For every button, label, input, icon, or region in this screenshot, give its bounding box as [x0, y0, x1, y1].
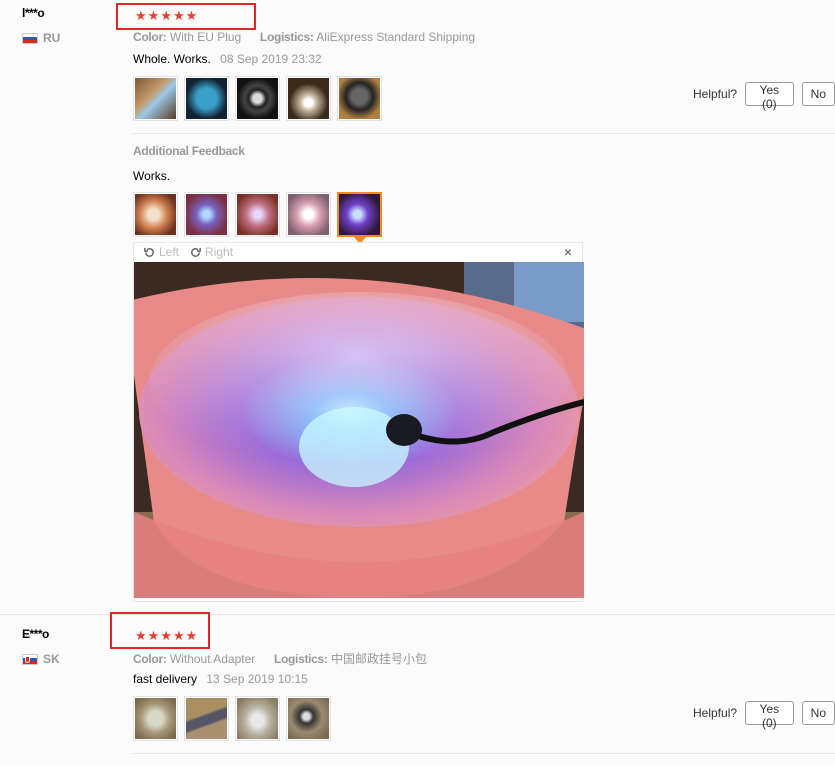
- flag-sk-icon: [22, 653, 38, 665]
- star-icon: ★: [172, 8, 185, 23]
- photo-thumbnail-selected[interactable]: [337, 192, 382, 244]
- feedback-date: 13 Sep 2019 10:15: [206, 672, 308, 686]
- photo-thumbnail[interactable]: [133, 192, 178, 237]
- feedback-date: 08 Sep 2019 23:32: [220, 52, 322, 66]
- helpful-label: Helpful?: [693, 87, 738, 101]
- photo-thumbnail[interactable]: [235, 76, 280, 121]
- helpful-label: Helpful?: [693, 706, 738, 720]
- helpful-yes-button[interactable]: Yes (0): [745, 82, 794, 111]
- review-item: E***o SK ★ ★ ★ ★ ★ Color: Without Adapte…: [0, 612, 835, 766]
- close-icon[interactable]: ×: [564, 244, 572, 260]
- logistics-value: 中国邮政挂号小包: [330, 652, 427, 666]
- logistics-label: Logistics:: [259, 30, 314, 44]
- color-label: Color:: [133, 652, 167, 666]
- photo-thumbnails: [133, 696, 331, 741]
- photo-thumbnail[interactable]: [286, 76, 331, 121]
- star-icon: ★: [135, 628, 147, 643]
- star-icon: ★: [160, 628, 172, 643]
- helpful-yes-button[interactable]: Yes (0): [745, 701, 794, 730]
- star-icon: ★: [147, 8, 160, 23]
- country-code: RU: [43, 31, 61, 45]
- reviewer-name: E***o: [22, 627, 49, 641]
- review-item: l***o RU ★ ★ ★ ★ ★ Color: With EU Plug L…: [0, 0, 835, 612]
- photo-thumbnail[interactable]: [286, 192, 331, 237]
- rotate-left-icon: [144, 247, 154, 257]
- divider: [133, 133, 835, 134]
- color-value: With EU Plug: [169, 30, 242, 44]
- logistics-value: AliExpress Standard Shipping: [316, 30, 476, 44]
- photo-thumbnail[interactable]: [184, 76, 229, 121]
- rotate-right-icon: [191, 247, 201, 257]
- feedback-line: fast delivery 13 Sep 2019 10:15: [133, 672, 308, 686]
- country-code: SK: [43, 652, 60, 666]
- reviews-page: l***o RU ★ ★ ★ ★ ★ Color: With EU Plug L…: [0, 0, 835, 765]
- additional-feedback-text: Works.: [133, 169, 171, 183]
- photo-thumbnail[interactable]: [235, 192, 280, 237]
- additional-photo-thumbnails: [133, 192, 382, 244]
- photo-thumbnails: [133, 76, 382, 121]
- color-label: Color:: [133, 30, 167, 44]
- helpful-no-button[interactable]: No: [801, 701, 835, 725]
- star-icon: ★: [147, 628, 160, 643]
- helpful-no-button[interactable]: No: [801, 82, 835, 106]
- photo-thumbnail[interactable]: [184, 696, 229, 741]
- star-icon: ★: [160, 8, 172, 23]
- star-rating: ★ ★ ★ ★ ★: [135, 8, 197, 24]
- order-info: Color: With EU Plug Logistics: AliExpres…: [133, 30, 475, 44]
- order-info: Color: Without Adapter Logistics: 中国邮政挂号…: [133, 650, 427, 667]
- helpful-vote: Helpful? Yes (0) No: [693, 701, 835, 730]
- divider: [133, 753, 835, 754]
- feedback-text: Whole. Works.: [133, 52, 211, 66]
- photo-thumbnail[interactable]: [133, 76, 178, 121]
- flag-ru-icon: [22, 32, 38, 44]
- star-icon: ★: [135, 8, 147, 23]
- rotate-left-button[interactable]: Left: [143, 245, 179, 259]
- enlarged-photo-graphic: [134, 262, 584, 598]
- rotate-right-button[interactable]: Right: [189, 245, 233, 259]
- reviewer-country: SK: [22, 652, 60, 666]
- photo-thumbnail[interactable]: [337, 76, 382, 121]
- star-icon: ★: [185, 8, 198, 23]
- enlarged-photo: [134, 262, 584, 598]
- feedback-line: Whole. Works. 08 Sep 2019 23:32: [133, 52, 322, 66]
- feedback-text: fast delivery: [133, 672, 198, 686]
- photo-thumbnail[interactable]: [133, 696, 178, 741]
- logistics-label: Logistics:: [273, 652, 328, 666]
- photo-viewer: Left Right ×: [133, 242, 584, 602]
- photo-thumbnail[interactable]: [286, 696, 331, 741]
- rotate-left-label: Left: [159, 245, 180, 259]
- star-rating: ★ ★ ★ ★ ★: [135, 628, 197, 644]
- color-value: Without Adapter: [169, 652, 256, 666]
- photo-viewer-toolbar: Left Right: [134, 243, 582, 261]
- star-icon: ★: [185, 628, 198, 643]
- helpful-vote: Helpful? Yes (0) No: [693, 82, 835, 111]
- reviewer-country: RU: [22, 31, 60, 45]
- photo-thumbnail[interactable]: [235, 696, 280, 741]
- reviewer-name: l***o: [22, 6, 45, 20]
- photo-thumbnail[interactable]: [184, 192, 229, 237]
- additional-feedback-title: Additional Feedback: [133, 144, 245, 158]
- star-icon: ★: [172, 628, 185, 643]
- rotate-right-label: Right: [205, 245, 234, 259]
